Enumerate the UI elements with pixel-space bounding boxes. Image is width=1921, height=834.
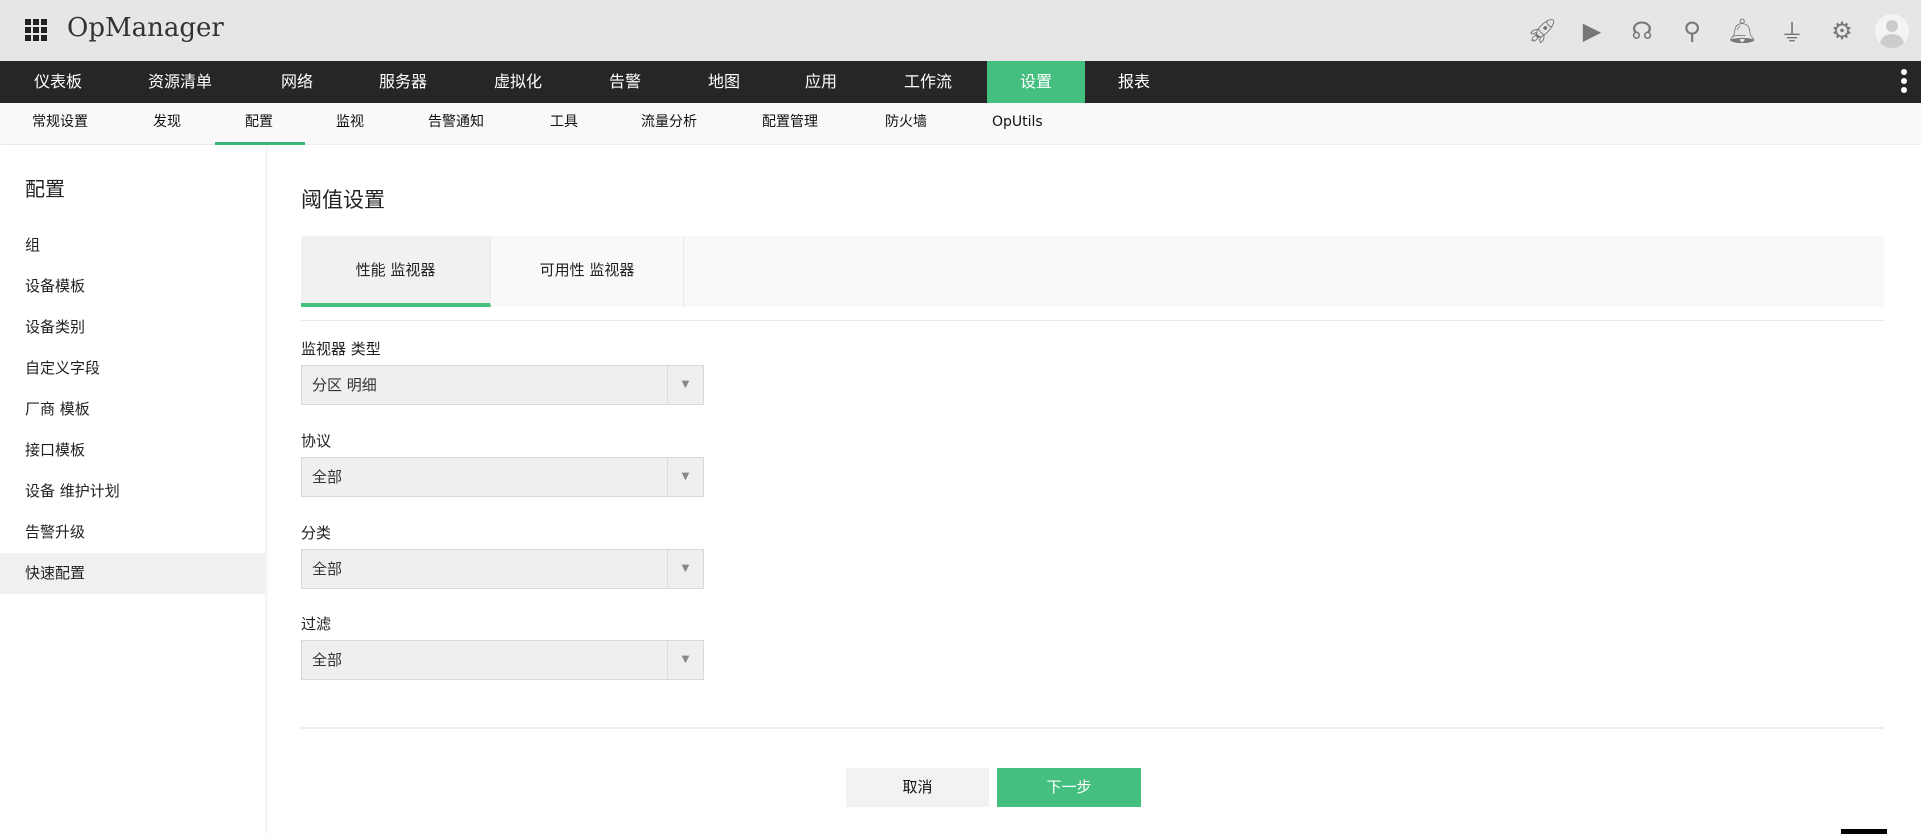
main-nav: 仪表板 资源清单 网络 服务器 虚拟化 告警 地图 应用 工作流 设置 报表 [0, 61, 1921, 103]
page-title: 阈值设置 [301, 188, 385, 212]
subnav-flow-analysis[interactable]: 流量分析 [641, 103, 697, 145]
sidebar: 配置 组 设备模板 设备类别 自定义字段 厂商 模板 接口模板 设备 维护计划 … [0, 145, 265, 834]
corner-marker [1841, 829, 1887, 834]
gear-icon[interactable]: ⚙ [1817, 11, 1867, 51]
category-value: 全部 [312, 560, 343, 578]
nav-network[interactable]: 网络 [281, 61, 313, 103]
chevron-down-icon[interactable]: ▼ [667, 458, 703, 496]
nav-reports[interactable]: 报表 [1118, 61, 1150, 103]
cancel-button[interactable]: 取消 [846, 768, 989, 807]
plug-icon[interactable]: ⏚ [1767, 11, 1817, 51]
sidebar-item-device-categories[interactable]: 设备类别 [0, 307, 265, 348]
subnav-discovery[interactable]: 发现 [153, 103, 181, 145]
rocket-icon[interactable]: 🚀︎ [1517, 11, 1567, 51]
protocol-value: 全部 [312, 468, 343, 486]
chevron-down-icon[interactable]: ▼ [667, 366, 703, 404]
avatar[interactable] [1875, 13, 1909, 48]
nav-maps[interactable]: 地图 [708, 61, 740, 103]
tab-performance-monitors[interactable]: 性能 监视器 [301, 236, 491, 307]
filter-label: 过滤 [301, 615, 332, 633]
subnav-config-management[interactable]: 配置管理 [762, 103, 818, 145]
presentation-icon[interactable]: ▶ [1567, 11, 1617, 51]
sidebar-item-groups[interactable]: 组 [0, 225, 265, 266]
tab-availability-monitors[interactable]: 可用性 监视器 [491, 236, 684, 307]
subnav-oputils[interactable]: OpUtils [992, 103, 1043, 145]
nav-workflow[interactable]: 工作流 [904, 61, 952, 103]
sidebar-title: 配置 [25, 177, 65, 201]
sidebar-item-device-templates[interactable]: 设备模板 [0, 266, 265, 307]
nav-dashboard[interactable]: 仪表板 [34, 61, 82, 103]
sidebar-item-interface-templates[interactable]: 接口模板 [0, 430, 265, 471]
sidebar-item-quick-config[interactable]: 快速配置 [0, 553, 265, 594]
sidebar-item-custom-fields[interactable]: 自定义字段 [0, 348, 265, 389]
subnav-firewall[interactable]: 防火墙 [885, 103, 927, 145]
nav-virtualization[interactable]: 虚拟化 [494, 61, 542, 103]
nav-settings[interactable]: 设置 [987, 61, 1085, 103]
sidebar-item-vendor-templates[interactable]: 厂商 模板 [0, 389, 265, 430]
bell-icon[interactable]: 🔔︎ [1717, 11, 1767, 51]
nav-servers[interactable]: 服务器 [379, 61, 427, 103]
sidebar-item-escalation[interactable]: 告警升级 [0, 512, 265, 553]
category-select[interactable]: 全部 ▼ [301, 549, 704, 589]
category-label: 分类 [301, 524, 332, 542]
filter-select[interactable]: 全部 ▼ [301, 640, 704, 680]
monitor-type-select[interactable]: 分区 明细 ▼ [301, 365, 704, 405]
divider [301, 727, 1884, 729]
divider [301, 320, 1884, 321]
subnav-notifications[interactable]: 告警通知 [428, 103, 484, 145]
subnav-general[interactable]: 常规设置 [32, 103, 88, 145]
top-header: OpManager 🚀︎ ▶ ☊ ⚲ 🔔︎ ⏚ ⚙ [0, 0, 1921, 61]
nav-apps[interactable]: 应用 [805, 61, 837, 103]
sub-nav: 常规设置 发现 配置 监视 告警通知 工具 流量分析 配置管理 防火墙 OpUt… [0, 103, 1921, 145]
protocol-label: 协议 [301, 432, 332, 450]
app-grid-icon[interactable] [25, 19, 47, 41]
monitor-tabs: 性能 监视器 可用性 监视器 [301, 236, 1884, 307]
subnav-tools[interactable]: 工具 [550, 103, 578, 145]
subnav-monitoring[interactable]: 监视 [336, 103, 364, 145]
nav-alarms[interactable]: 告警 [609, 61, 641, 103]
headset-icon[interactable]: ☊ [1617, 11, 1667, 51]
more-menu-icon[interactable] [1901, 69, 1907, 96]
monitor-type-label: 监视器 类型 [301, 340, 381, 358]
protocol-select[interactable]: 全部 ▼ [301, 457, 704, 497]
sidebar-item-maintenance[interactable]: 设备 维护计划 [0, 471, 265, 512]
chevron-down-icon[interactable]: ▼ [667, 550, 703, 588]
filter-value: 全部 [312, 651, 343, 669]
next-button[interactable]: 下一步 [997, 768, 1141, 807]
chevron-down-icon[interactable]: ▼ [667, 641, 703, 679]
monitor-type-value: 分区 明细 [312, 376, 377, 394]
nav-inventory[interactable]: 资源清单 [148, 61, 212, 103]
app-title: OpManager [67, 13, 224, 43]
subnav-configuration[interactable]: 配置 [245, 103, 273, 145]
search-icon[interactable]: ⚲ [1667, 11, 1717, 51]
